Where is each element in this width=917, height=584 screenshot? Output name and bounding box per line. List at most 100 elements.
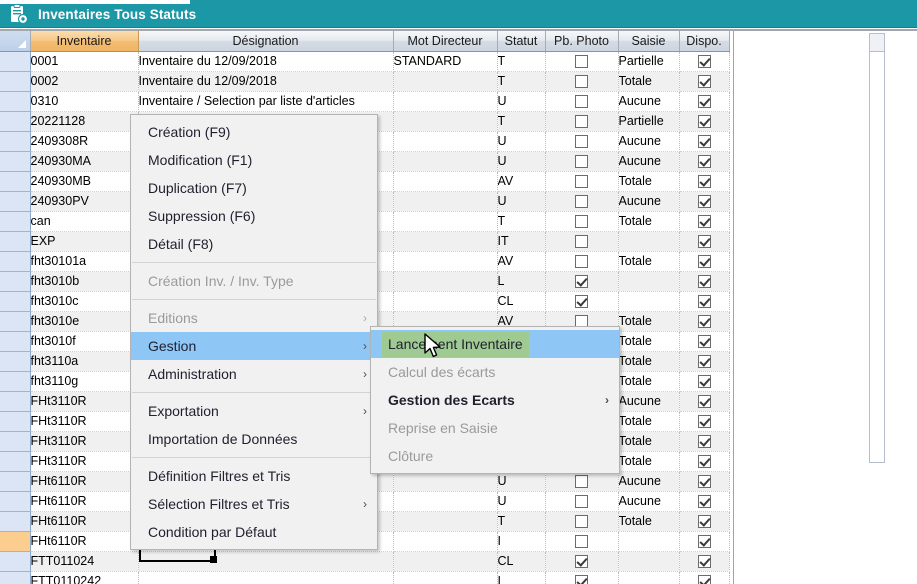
cell-statut[interactable]: IT: [497, 231, 545, 251]
cell-inv[interactable]: 240930MB: [30, 171, 138, 191]
context-menu-item-13[interactable]: Condition par Défaut: [131, 518, 377, 546]
cell-photo[interactable]: [545, 171, 618, 191]
cell-inv[interactable]: FHt3110R: [30, 391, 138, 411]
cell-saisie[interactable]: Aucune: [618, 491, 679, 511]
cell-inv[interactable]: fht3010b: [30, 271, 138, 291]
checkbox-unchecked-icon[interactable]: [575, 175, 588, 188]
cell-statut[interactable]: U: [497, 131, 545, 151]
gestion-submenu[interactable]: Lancement InventaireCalcul des écartsGes…: [370, 326, 620, 474]
row-header-cell[interactable]: [0, 371, 30, 391]
context-menu-item-2[interactable]: Duplication (F7): [131, 174, 377, 202]
cell-dispo[interactable]: [679, 231, 729, 251]
checkbox-unchecked-icon[interactable]: [575, 515, 588, 528]
cell-desig[interactable]: [138, 571, 393, 584]
cell-inv[interactable]: FHt3110R: [30, 451, 138, 471]
context-menu-item-0[interactable]: Création (F9): [131, 118, 377, 146]
row-header-cell[interactable]: [0, 71, 30, 91]
cell-inv[interactable]: FHt3110R: [30, 411, 138, 431]
row-header-cell[interactable]: [0, 171, 30, 191]
cell-inv[interactable]: 240930PV: [30, 191, 138, 211]
checkbox-checked-icon[interactable]: [698, 295, 711, 308]
column-header-photo[interactable]: Pb. Photo: [545, 31, 618, 51]
checkbox-checked-icon[interactable]: [698, 235, 711, 248]
row-header-cell[interactable]: [0, 151, 30, 171]
cell-mot[interactable]: [393, 171, 497, 191]
row-header-cell[interactable]: [0, 211, 30, 231]
cell-mot[interactable]: [393, 211, 497, 231]
context-menu-item-1[interactable]: Modification (F1): [131, 146, 377, 174]
checkbox-unchecked-icon[interactable]: [575, 95, 588, 108]
cell-mot[interactable]: [393, 271, 497, 291]
cell-saisie[interactable]: [618, 291, 679, 311]
row-header-cell[interactable]: [0, 391, 30, 411]
cell-photo[interactable]: [545, 151, 618, 171]
cell-statut[interactable]: T: [497, 111, 545, 131]
cell-saisie[interactable]: Aucune: [618, 471, 679, 491]
cell-photo[interactable]: [545, 511, 618, 531]
cell-saisie[interactable]: Totale: [618, 511, 679, 531]
cell-inv[interactable]: fht30101a: [30, 251, 138, 271]
column-header-saisie[interactable]: Saisie: [618, 31, 679, 51]
select-all-corner[interactable]: [0, 31, 30, 51]
cell-photo[interactable]: [545, 491, 618, 511]
cell-inv[interactable]: 240930MA: [30, 151, 138, 171]
row-header-cell[interactable]: [0, 91, 30, 111]
column-header-inv[interactable]: Inventaire: [30, 31, 138, 51]
cell-dispo[interactable]: [679, 571, 729, 584]
column-header-dispo[interactable]: Dispo.: [679, 31, 729, 51]
cell-photo[interactable]: [545, 231, 618, 251]
cell-inv[interactable]: fht3010e: [30, 311, 138, 331]
checkbox-checked-icon[interactable]: [698, 435, 711, 448]
cell-photo[interactable]: [545, 251, 618, 271]
cell-saisie[interactable]: Aucune: [618, 391, 679, 411]
cell-dispo[interactable]: [679, 51, 729, 71]
checkbox-checked-icon[interactable]: [698, 355, 711, 368]
row-header-cell[interactable]: [0, 511, 30, 531]
checkbox-checked-icon[interactable]: [698, 395, 711, 408]
cell-saisie[interactable]: Aucune: [618, 151, 679, 171]
cell-saisie[interactable]: Totale: [618, 431, 679, 451]
cell-inv[interactable]: 0001: [30, 51, 138, 71]
cell-inv[interactable]: FHt6110R: [30, 531, 138, 551]
cell-mot[interactable]: [393, 251, 497, 271]
checkbox-checked-icon[interactable]: [698, 155, 711, 168]
checkbox-checked-icon[interactable]: [698, 175, 711, 188]
checkbox-checked-icon[interactable]: [698, 455, 711, 468]
cell-inv[interactable]: FHt6110R: [30, 511, 138, 531]
row-header-cell[interactable]: [0, 51, 30, 71]
context-menu-item-9[interactable]: Exportation›: [131, 397, 377, 425]
table-row[interactable]: 0310Inventaire / Selection par liste d'a…: [0, 91, 729, 111]
row-header-cell[interactable]: [0, 471, 30, 491]
checkbox-unchecked-icon[interactable]: [575, 235, 588, 248]
checkbox-unchecked-icon[interactable]: [575, 535, 588, 548]
cell-photo[interactable]: [545, 571, 618, 584]
cell-mot[interactable]: STANDARD: [393, 51, 497, 71]
cell-saisie[interactable]: Partielle: [618, 51, 679, 71]
checkbox-unchecked-icon[interactable]: [575, 135, 588, 148]
cell-inv[interactable]: FTT011024: [30, 551, 138, 571]
cell-dispo[interactable]: [679, 411, 729, 431]
cell-photo[interactable]: [545, 291, 618, 311]
cell-saisie[interactable]: Totale: [618, 171, 679, 191]
cell-dispo[interactable]: [679, 91, 729, 111]
row-header-cell[interactable]: [0, 111, 30, 131]
cell-dispo[interactable]: [679, 171, 729, 191]
cell-saisie[interactable]: Aucune: [618, 191, 679, 211]
row-header-cell[interactable]: [0, 291, 30, 311]
table-row[interactable]: FTT011024CL: [0, 551, 729, 571]
column-header-desig[interactable]: Désignation: [138, 31, 393, 51]
cell-dispo[interactable]: [679, 371, 729, 391]
checkbox-checked-icon[interactable]: [575, 555, 588, 568]
cell-statut[interactable]: T: [497, 51, 545, 71]
cell-statut[interactable]: U: [497, 491, 545, 511]
cell-statut[interactable]: I: [497, 531, 545, 551]
checkbox-checked-icon[interactable]: [698, 555, 711, 568]
checkbox-unchecked-icon[interactable]: [575, 75, 588, 88]
checkbox-checked-icon[interactable]: [698, 495, 711, 508]
cell-dispo[interactable]: [679, 531, 729, 551]
row-header-cell[interactable]: [0, 191, 30, 211]
cell-photo[interactable]: [545, 131, 618, 151]
cell-inv[interactable]: 20221128: [30, 111, 138, 131]
checkbox-unchecked-icon[interactable]: [575, 495, 588, 508]
cell-saisie[interactable]: [618, 271, 679, 291]
